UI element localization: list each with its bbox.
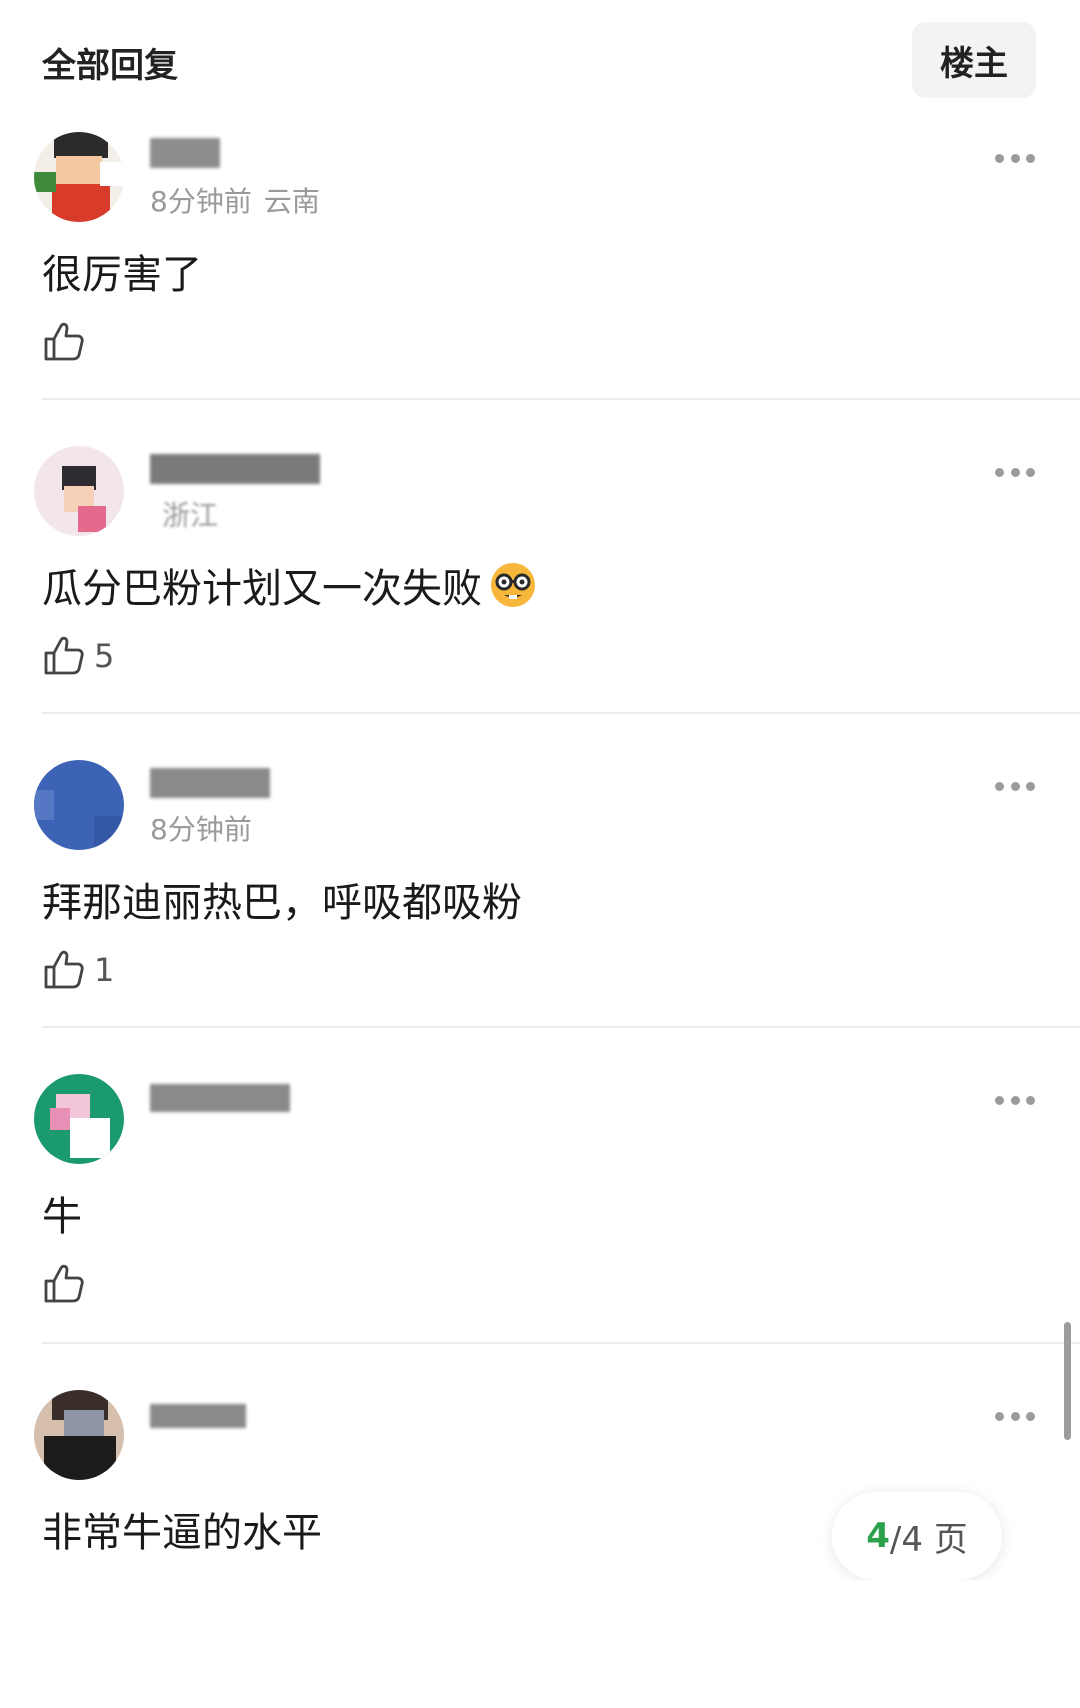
divider xyxy=(42,712,1080,714)
comment-location: 浙江 xyxy=(162,499,219,532)
username[interactable] xyxy=(150,134,330,170)
username[interactable] xyxy=(150,448,330,484)
like-button[interactable] xyxy=(42,1262,94,1306)
comment-meta: 8分钟前 云南 xyxy=(150,180,320,220)
comment-text: 牛 xyxy=(42,1184,82,1242)
more-options-icon[interactable] xyxy=(995,466,1035,478)
comment-time: 8分钟前 xyxy=(150,813,252,846)
divider xyxy=(42,1342,1080,1344)
avatar[interactable] xyxy=(34,446,124,536)
comment-text: 拜那迪丽热巴，呼吸都吸粉 xyxy=(42,870,522,928)
avatar[interactable] xyxy=(34,760,124,850)
comment-time: 8分钟前 xyxy=(150,185,252,218)
more-options-icon[interactable] xyxy=(995,1094,1035,1106)
comment-meta: 浙江 xyxy=(150,494,218,534)
more-options-icon[interactable] xyxy=(995,152,1035,164)
comment-body: 拜那迪丽热巴，呼吸都吸粉 xyxy=(42,880,522,926)
like-count: 5 xyxy=(94,637,115,675)
reply-header: 全部回复 楼主 xyxy=(0,0,1080,120)
avatar[interactable] xyxy=(34,1390,124,1480)
nerd-face-icon xyxy=(491,563,535,607)
op-filter-button[interactable]: 楼主 xyxy=(912,22,1036,98)
divider xyxy=(42,398,1080,400)
more-options-icon[interactable] xyxy=(995,1410,1035,1422)
comment-item: 浙江 瓜分巴粉计划又一次失败 5 xyxy=(0,438,1080,764)
avatar[interactable] xyxy=(34,132,124,222)
current-page: 4 xyxy=(866,1516,890,1556)
thumbs-up-icon xyxy=(44,636,84,675)
more-options-icon[interactable] xyxy=(995,780,1035,792)
like-button[interactable]: 5 xyxy=(42,634,114,678)
comment-meta: 8分钟前 xyxy=(150,808,264,848)
thumbs-up-icon xyxy=(44,322,84,361)
username[interactable] xyxy=(150,1076,330,1112)
username[interactable] xyxy=(150,762,330,798)
thumbs-up-icon xyxy=(44,950,84,989)
comment-body: 瓜分巴粉计划又一次失败 xyxy=(42,566,482,612)
username[interactable] xyxy=(150,1392,330,1428)
like-button[interactable] xyxy=(42,320,94,364)
like-button[interactable]: 1 xyxy=(42,948,114,992)
page-indicator[interactable]: 4 /4 页 xyxy=(832,1492,1002,1580)
comment-body: 牛 xyxy=(42,1194,82,1240)
comment-item: 8分钟前 云南 很厉害了 xyxy=(0,124,1080,450)
comment-body: 很厉害了 xyxy=(42,252,202,298)
divider xyxy=(42,1026,1080,1028)
total-pages: /4 页 xyxy=(889,1519,968,1560)
comment-location: 云南 xyxy=(263,185,320,218)
comment-text: 非常牛逼的水平 xyxy=(42,1500,322,1558)
comment-text: 很厉害了 xyxy=(42,242,202,300)
thumbs-up-icon xyxy=(44,1264,84,1303)
avatar[interactable] xyxy=(34,1074,124,1164)
bottom-safe-area xyxy=(0,1580,1080,1630)
comment-body: 非常牛逼的水平 xyxy=(42,1510,322,1556)
comment-text: 瓜分巴粉计划又一次失败 xyxy=(42,556,538,614)
header-title: 全部回复 xyxy=(42,46,178,86)
like-count: 1 xyxy=(94,951,115,989)
comment-item: 8分钟前 拜那迪丽热巴，呼吸都吸粉 1 xyxy=(0,752,1080,1078)
scrollbar-thumb[interactable] xyxy=(1064,1322,1071,1440)
